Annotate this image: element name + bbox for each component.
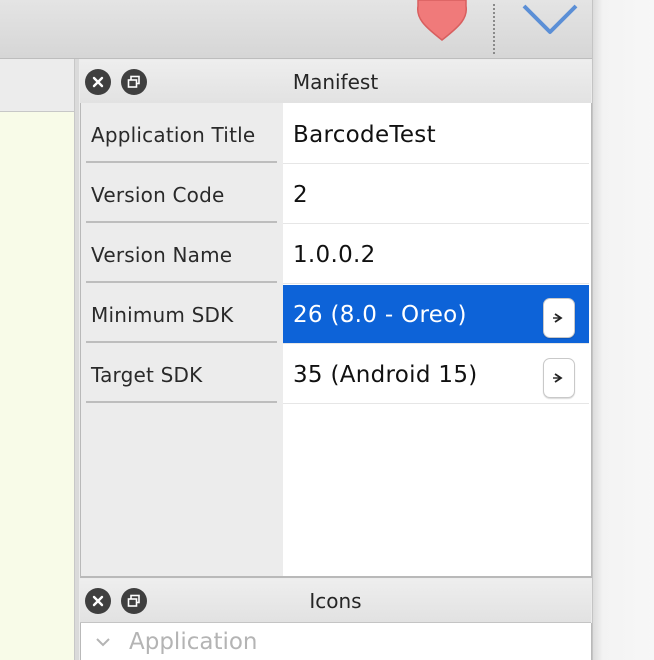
editor-pane[interactable] <box>0 59 75 660</box>
row-label: Minimum SDK <box>86 285 277 343</box>
row-label: Version Name <box>86 225 277 283</box>
target-sdk-select[interactable]: 35 (Android 15) <box>283 345 589 404</box>
version-name-field[interactable]: 1.0.0.2 <box>283 225 589 284</box>
heart-icon[interactable] <box>414 0 470 42</box>
version-code-field[interactable]: 2 <box>283 165 589 224</box>
manifest-table: Application Title BarcodeTest Version Co… <box>80 103 592 578</box>
row-label: Version Code <box>86 165 277 223</box>
dropdown-arrow-icon[interactable] <box>543 298 575 338</box>
chevron-down-icon[interactable] <box>520 0 580 38</box>
row-label: Application Title <box>86 105 277 163</box>
ide-window: Manifest Application Title BarcodeTest V… <box>0 0 654 660</box>
dropdown-arrow-icon[interactable] <box>543 358 575 398</box>
minimum-sdk-select[interactable]: 26 (8.0 - Oreo) <box>283 285 589 344</box>
manifest-panel-header: Manifest <box>80 60 591 104</box>
manifest-panel-title: Manifest <box>292 70 379 94</box>
target-sdk-value: 35 (Android 15) <box>293 362 478 388</box>
editor-tab-strip <box>0 59 74 112</box>
manifest-row-application-title[interactable]: Application Title BarcodeTest <box>81 105 591 165</box>
manifest-row-target-sdk[interactable]: Target SDK 35 (Android 15) <box>81 345 591 405</box>
application-title-field[interactable]: BarcodeTest <box>283 105 589 164</box>
window-edge <box>592 0 654 660</box>
manifest-row-minimum-sdk[interactable]: Minimum SDK 26 (8.0 - Oreo) <box>81 285 591 345</box>
manifest-row-version-code[interactable]: Version Code 2 <box>81 165 591 225</box>
row-label: Target SDK <box>86 345 277 403</box>
minimum-sdk-value: 26 (8.0 - Oreo) <box>293 302 467 328</box>
chevron-down-icon[interactable] <box>95 636 111 648</box>
manifest-row-version-name[interactable]: Version Name 1.0.0.2 <box>81 225 591 285</box>
icons-tree: Application <box>80 623 592 660</box>
toolbar-separator <box>493 4 495 54</box>
tree-item-label: Application <box>129 629 258 655</box>
icons-panel-header: Icons <box>80 579 591 623</box>
tree-item-application[interactable]: Application <box>95 627 258 657</box>
top-toolbar <box>0 0 592 59</box>
pane-splitter[interactable] <box>75 59 79 660</box>
icons-panel-title: Icons <box>309 589 362 613</box>
